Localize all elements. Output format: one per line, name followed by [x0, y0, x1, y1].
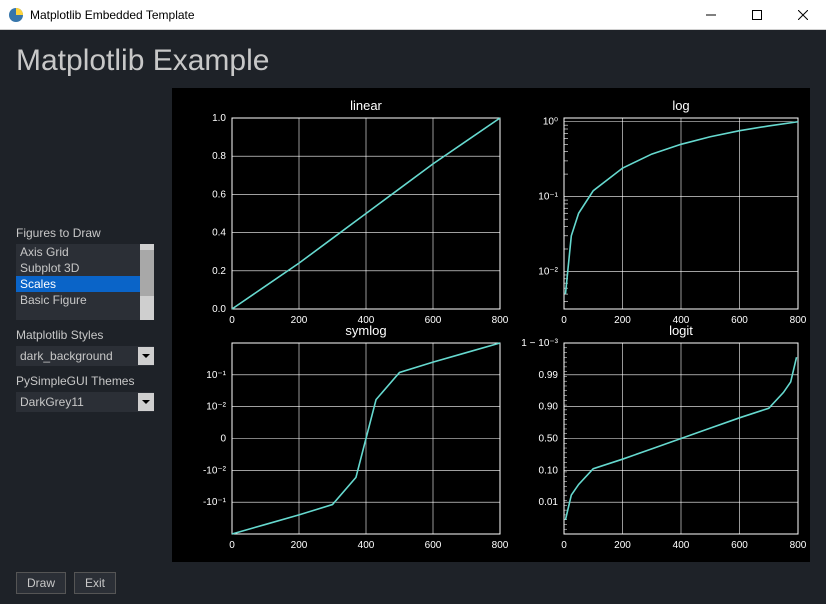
style-combo[interactable]: dark_background — [16, 346, 154, 366]
svg-text:logit: logit — [669, 323, 693, 338]
chevron-down-icon[interactable] — [138, 347, 154, 365]
app-icon — [8, 7, 24, 23]
svg-text:symlog: symlog — [345, 323, 386, 338]
figures-listbox[interactable]: Axis GridSubplot 3DScalesBasic Figure — [16, 244, 154, 320]
svg-text:0.0: 0.0 — [212, 304, 226, 315]
plot-canvas: linear 0 200 400 600 800 0.0 0.2 0.4 0.6 0.8 1.0 log… — [172, 88, 810, 562]
svg-text:10⁻¹: 10⁻¹ — [206, 370, 226, 381]
list-item[interactable]: Subplot 3D — [16, 260, 140, 276]
svg-text:linear: linear — [350, 98, 382, 113]
svg-text:200: 200 — [291, 540, 308, 551]
svg-text:400: 400 — [358, 540, 375, 551]
window-title: Matplotlib Embedded Template — [30, 8, 688, 22]
svg-text:0.99: 0.99 — [539, 370, 559, 381]
figures-label: Figures to Draw — [16, 226, 154, 240]
svg-text:0.01: 0.01 — [539, 497, 559, 508]
listbox-scrollbar[interactable] — [140, 244, 154, 320]
svg-text:600: 600 — [731, 315, 748, 326]
svg-text:10⁻²: 10⁻² — [206, 402, 226, 413]
list-item[interactable]: Basic Figure — [16, 292, 140, 308]
list-item[interactable]: Axis Grid — [16, 244, 140, 260]
svg-text:10⁻²: 10⁻² — [538, 267, 558, 278]
exit-button[interactable]: Exit — [74, 572, 116, 594]
theme-combo-value: DarkGrey11 — [16, 395, 138, 409]
titlebar: Matplotlib Embedded Template — [0, 0, 826, 30]
svg-text:0.4: 0.4 — [212, 228, 226, 239]
svg-text:400: 400 — [673, 540, 690, 551]
draw-button[interactable]: Draw — [16, 572, 66, 594]
svg-text:-10⁻²: -10⁻² — [203, 465, 227, 476]
svg-text:800: 800 — [790, 540, 807, 551]
theme-combo[interactable]: DarkGrey11 — [16, 392, 154, 412]
svg-text:0: 0 — [561, 315, 567, 326]
scrollbar-thumb[interactable] — [140, 250, 154, 296]
svg-text:800: 800 — [492, 315, 509, 326]
svg-text:800: 800 — [790, 315, 807, 326]
svg-text:0: 0 — [561, 540, 567, 551]
svg-text:1 − 10⁻³: 1 − 10⁻³ — [521, 338, 558, 349]
svg-text:0: 0 — [220, 434, 226, 445]
svg-text:200: 200 — [291, 315, 308, 326]
svg-text:0: 0 — [229, 315, 235, 326]
svg-text:10⁰: 10⁰ — [543, 117, 558, 128]
svg-text:10⁻¹: 10⁻¹ — [538, 192, 558, 203]
maximize-button[interactable] — [734, 0, 780, 30]
styles-label: Matplotlib Styles — [16, 328, 154, 342]
page-title: Matplotlib Example — [16, 44, 810, 78]
svg-text:0.10: 0.10 — [539, 465, 559, 476]
svg-text:0.8: 0.8 — [212, 151, 226, 162]
svg-text:0: 0 — [229, 540, 235, 551]
button-row: Draw Exit — [16, 572, 810, 594]
svg-text:0.90: 0.90 — [539, 402, 559, 413]
svg-text:600: 600 — [731, 540, 748, 551]
svg-text:0.6: 0.6 — [212, 189, 226, 200]
style-combo-value: dark_background — [16, 349, 138, 363]
svg-text:200: 200 — [614, 540, 631, 551]
svg-text:1.0: 1.0 — [212, 113, 226, 124]
close-button[interactable] — [780, 0, 826, 30]
svg-text:600: 600 — [425, 540, 442, 551]
client-area: Matplotlib Example Figures to Draw Axis … — [0, 30, 826, 604]
content-row: Figures to Draw Axis GridSubplot 3DScale… — [16, 88, 810, 562]
minimize-button[interactable] — [688, 0, 734, 30]
svg-text:800: 800 — [492, 540, 509, 551]
svg-text:0.2: 0.2 — [212, 266, 226, 277]
list-item[interactable]: Scales — [16, 276, 140, 292]
themes-label: PySimpleGUI Themes — [16, 374, 154, 388]
chevron-down-icon[interactable] — [138, 393, 154, 411]
svg-text:200: 200 — [614, 315, 631, 326]
svg-text:-10⁻¹: -10⁻¹ — [203, 497, 227, 508]
svg-text:log: log — [672, 98, 689, 113]
svg-text:0.50: 0.50 — [539, 434, 559, 445]
sidebar: Figures to Draw Axis GridSubplot 3DScale… — [16, 88, 154, 562]
svg-text:600: 600 — [425, 315, 442, 326]
